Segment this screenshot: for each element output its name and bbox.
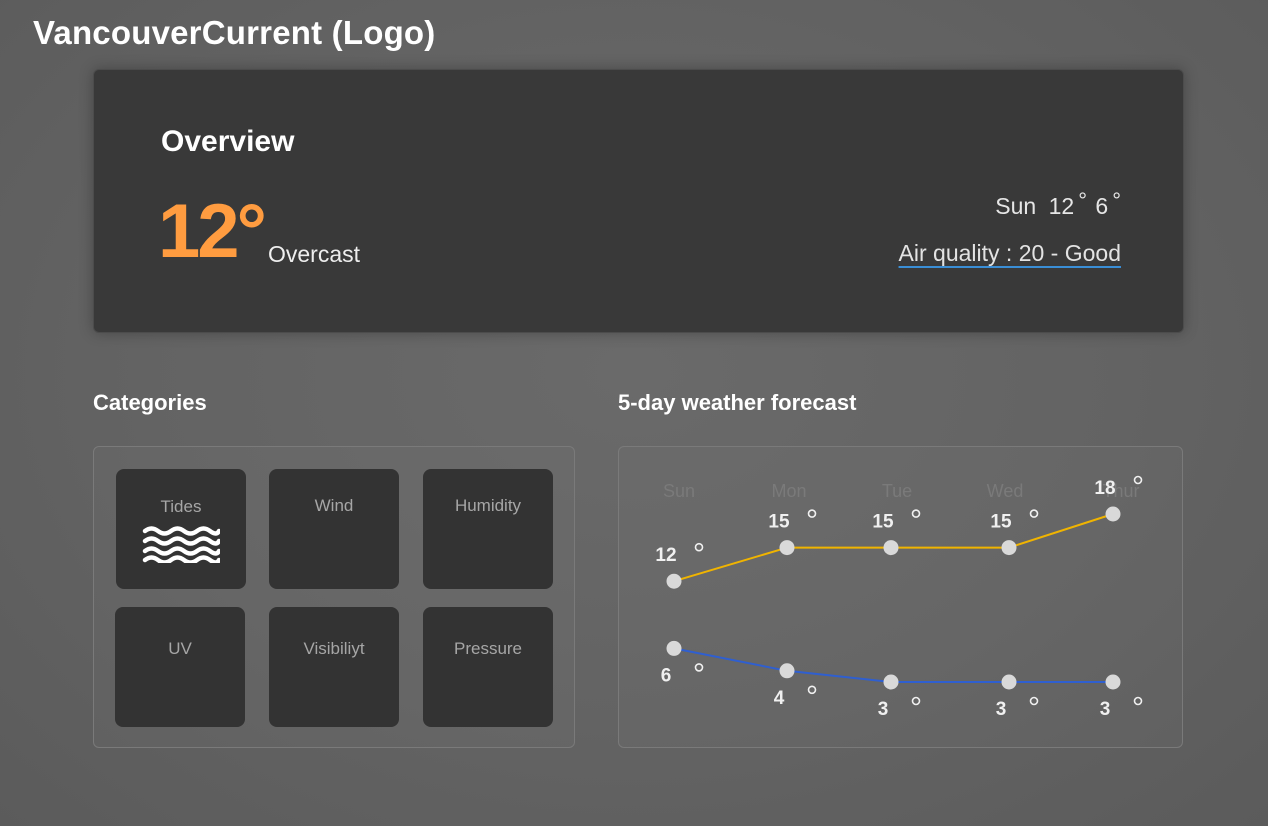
category-tile-visibility[interactable]: Visibiliyt xyxy=(269,607,399,727)
overview-title: Overview xyxy=(161,125,295,158)
data-point xyxy=(779,663,795,679)
data-point xyxy=(883,674,899,690)
forecast-chart: Sun Mon Tue Wed Thur1215 15 1518643 3 3 xyxy=(655,475,1143,720)
category-tile-uv[interactable]: UV xyxy=(115,607,245,727)
current-temperature: 12° xyxy=(158,189,267,274)
degree-mark xyxy=(694,663,704,672)
category-label: Humidity xyxy=(454,496,522,515)
day-label: Mon xyxy=(771,481,806,501)
forecast-panel: Sun Mon Tue Wed Thur 12 15 15 15 18 6 4 3 3 3 xyxy=(618,446,1183,748)
today-day-label: Sun xyxy=(995,193,1037,219)
degree-mark xyxy=(1029,696,1039,706)
category-label: Pressure xyxy=(453,639,523,658)
categories-title: Categories xyxy=(93,390,207,415)
degree-symbol: ° xyxy=(1112,188,1121,213)
degree-mark xyxy=(807,685,817,695)
forecast-title: 5-day weather forecast xyxy=(618,390,857,415)
data-point xyxy=(1105,674,1121,690)
category-label: UV xyxy=(168,639,192,658)
value-label: 3 xyxy=(996,699,1007,720)
degree-mark xyxy=(911,696,921,706)
overview-card: Overview 12° Overcast Sun 12 ° 6 ° Air qua… xyxy=(93,69,1184,333)
app-logo[interactable]: VancouverCurrent (Logo) xyxy=(33,14,435,52)
data-point xyxy=(1001,674,1017,690)
value-label: 12 xyxy=(655,545,676,566)
category-tile-pressure[interactable]: Pressure xyxy=(423,607,553,727)
value-label: 4 xyxy=(774,688,785,709)
day-label: Wed xyxy=(987,481,1024,501)
category-tile-humidity[interactable]: Humidity xyxy=(423,469,553,589)
value-label: 15 xyxy=(768,512,790,533)
today-low: 6 xyxy=(1095,193,1109,219)
data-point xyxy=(666,640,682,656)
data-point xyxy=(1105,506,1121,522)
data-point xyxy=(1001,540,1017,556)
value-label: 18 xyxy=(1094,478,1115,499)
degree-mark xyxy=(694,542,704,552)
data-point xyxy=(779,540,795,556)
data-point xyxy=(666,573,682,589)
degree-mark xyxy=(1029,509,1039,518)
value-label: 6 xyxy=(661,665,672,686)
category-label: Tides xyxy=(160,497,202,516)
waves-icon xyxy=(142,526,220,563)
value-label: 3 xyxy=(878,699,889,720)
value-label: 3 xyxy=(1100,699,1111,720)
category-label: Wind xyxy=(314,496,354,515)
category-label: Visibiliyt xyxy=(303,639,365,658)
data-point xyxy=(883,540,899,556)
category-tile-tides[interactable]: Tides xyxy=(116,469,246,589)
current-condition: Overcast xyxy=(268,241,361,267)
degree-mark xyxy=(1133,696,1143,706)
today-high-low: Sun 12 ° 6 ° xyxy=(995,188,1121,220)
day-label: Sun xyxy=(663,481,695,501)
value-label: 15 xyxy=(872,512,894,533)
today-high: 12 xyxy=(1048,193,1075,219)
day-label: Tue xyxy=(882,481,912,501)
category-tile-wind[interactable]: Wind xyxy=(269,469,399,589)
degree-symbol: ° xyxy=(1078,188,1087,213)
categories-panel: Tides Wind Humidity UV Visibiliyt Pressu… xyxy=(93,446,575,748)
degree-mark xyxy=(911,509,921,518)
air-quality-link[interactable]: Air quality : 20 - Good xyxy=(899,240,1121,267)
degree-mark xyxy=(807,509,817,518)
value-label: 15 xyxy=(990,512,1012,533)
